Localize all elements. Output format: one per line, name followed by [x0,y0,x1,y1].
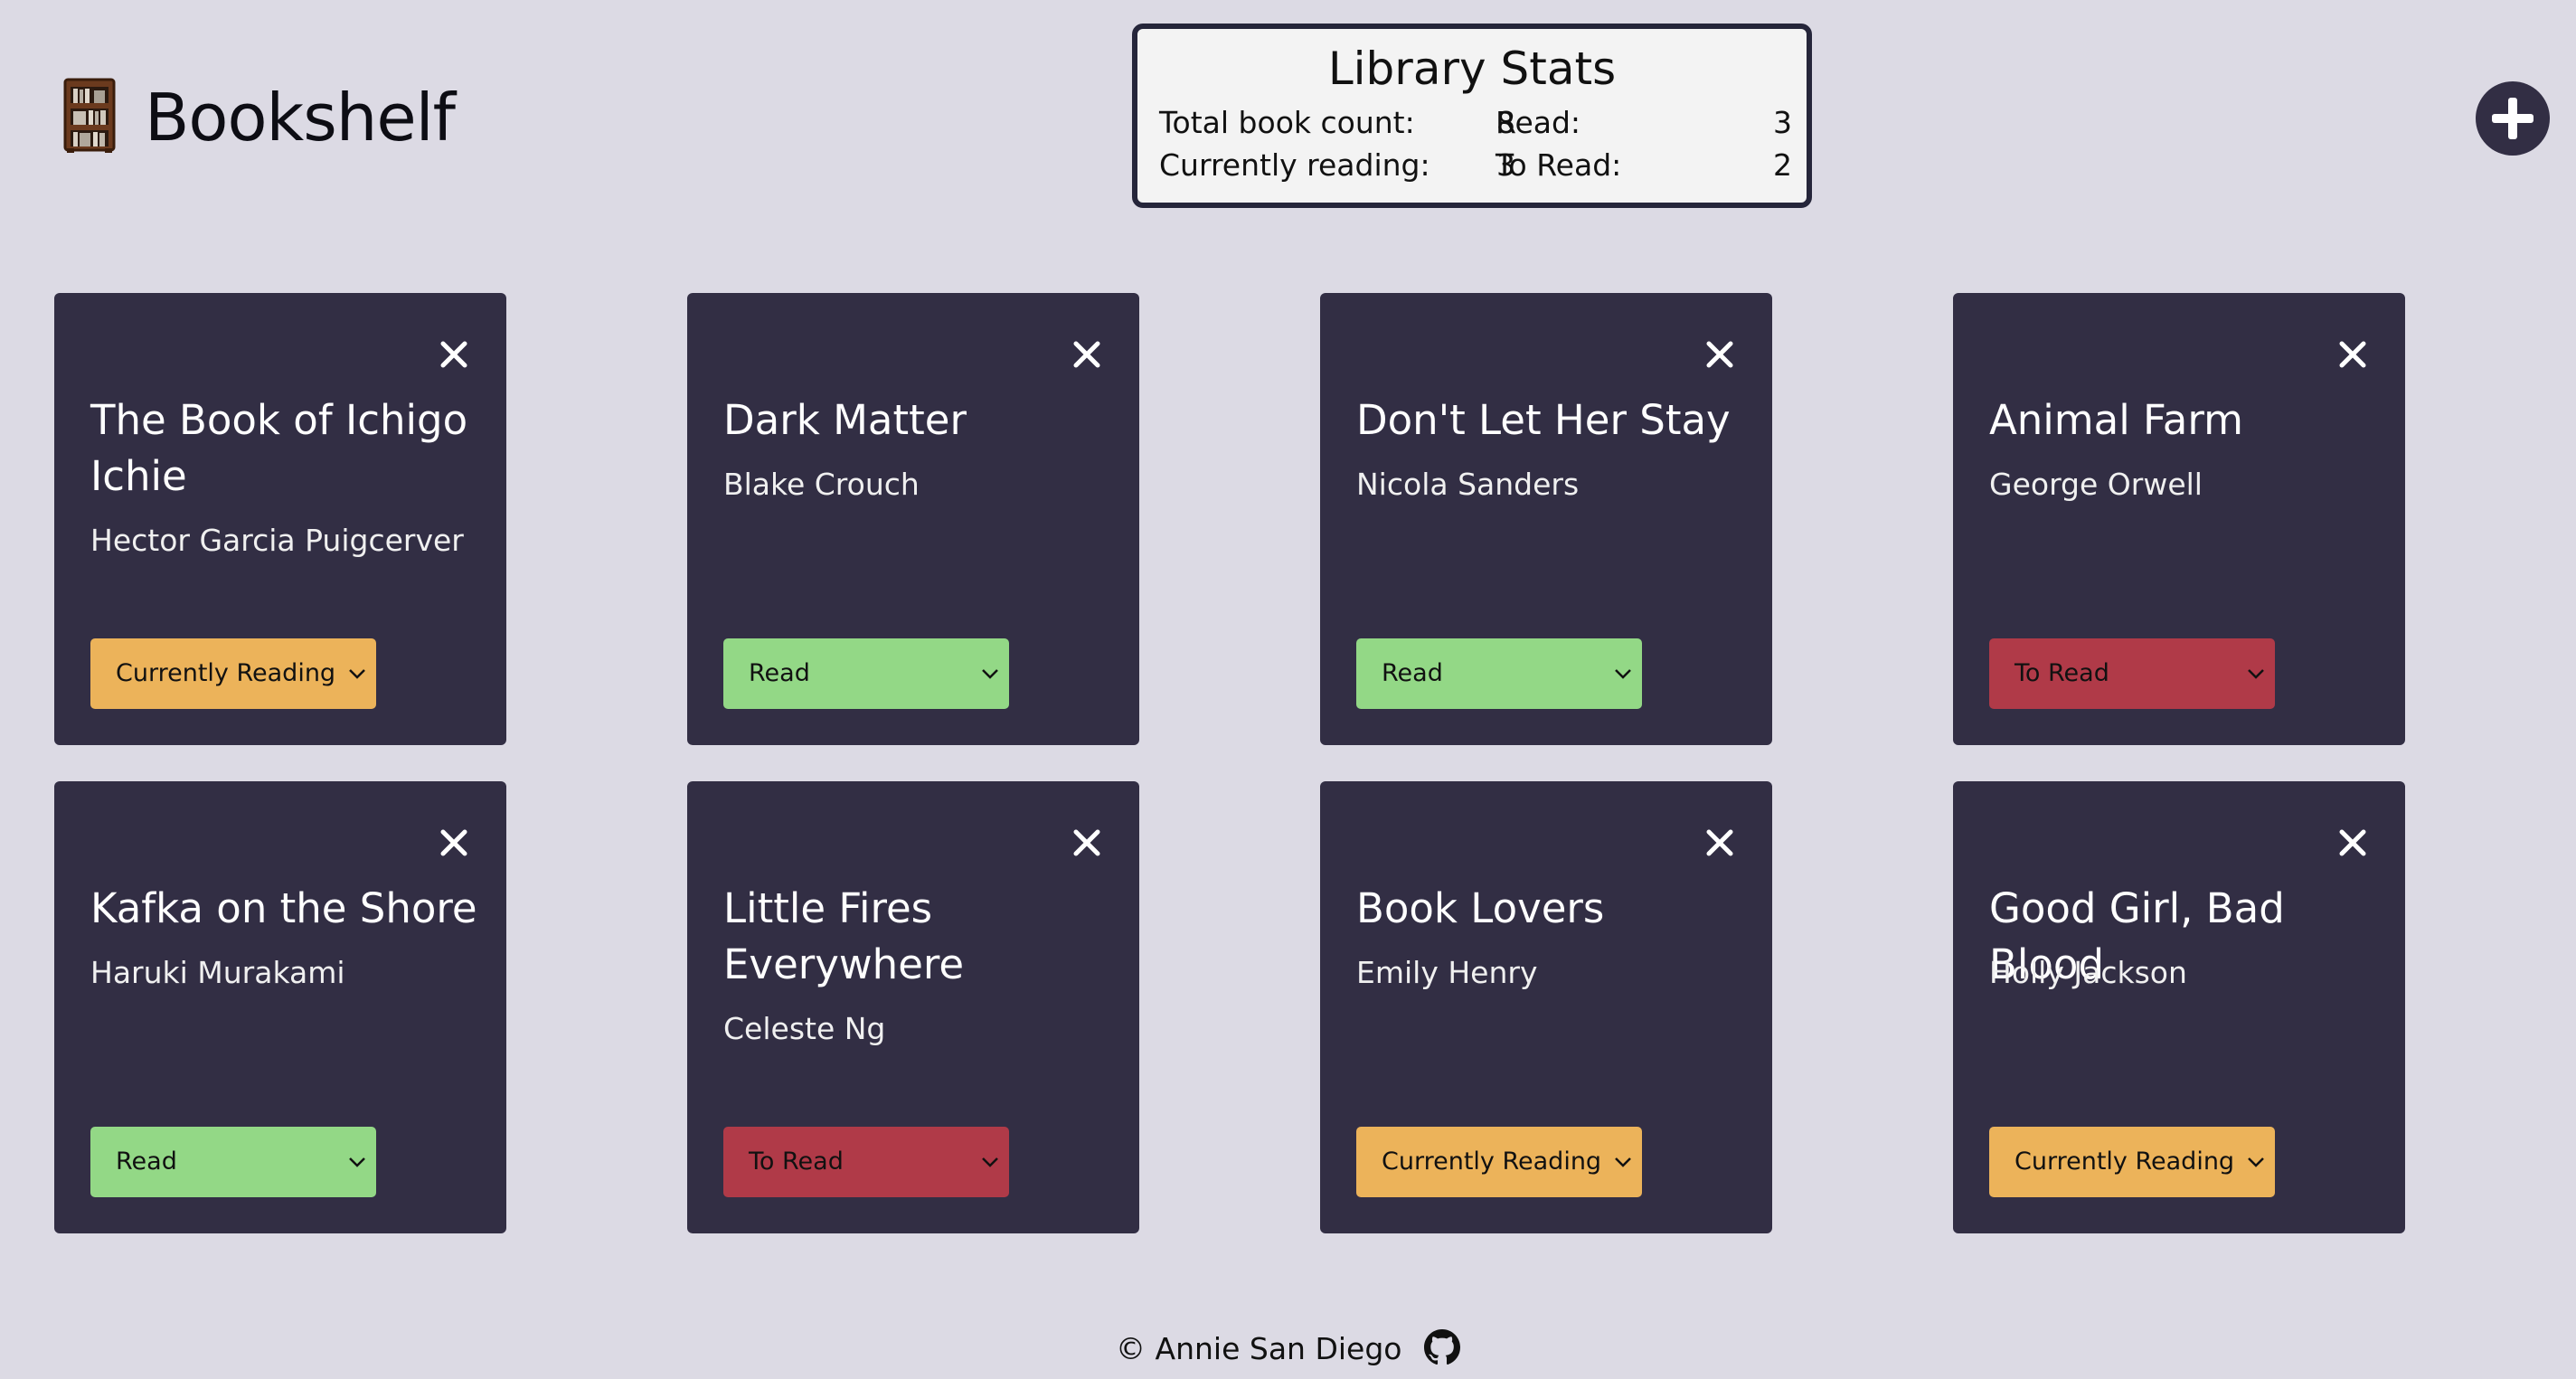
chevron-down-icon [982,669,998,679]
currently-reading-label: Currently reading: [1159,147,1430,183]
status-selected-label: Read [116,1148,177,1176]
status-select[interactable]: To Read [723,1127,1009,1197]
status-selected-label: To Read [749,1148,844,1176]
status-select[interactable]: Currently Reading [1989,1127,2275,1197]
book-author: Holly Jackson [1989,955,2187,990]
footer: © Annie San Diego [0,1322,2576,1376]
status-selected-label: Read [1382,659,1443,687]
close-icon[interactable] [1069,336,1105,373]
read-label: Read: [1496,105,1581,140]
book-card: Animal Farm George Orwell To Read [1953,293,2405,745]
library-stats-panel: Library Stats Total book count: 8 Curren… [1132,24,1812,208]
book-card: Little Fires Everywhere Celeste Ng To Re… [687,781,1139,1233]
book-title: Animal Farm [1989,396,2243,444]
status-selected-label: Currently Reading [116,659,336,687]
book-card: Good Girl, Bad Blood Holly Jackson Curre… [1953,781,2405,1233]
book-author: Nicola Sanders [1356,467,1580,502]
close-icon[interactable] [1702,825,1738,861]
chevron-down-icon [1615,1157,1631,1167]
status-select[interactable]: Currently Reading [90,638,376,709]
plus-icon [2492,98,2534,139]
stats-title: Library Stats [1327,43,1617,95]
footer-credit: © Annie San Diego [1116,1331,1402,1366]
app-title: Bookshelf [145,80,456,156]
book-author: Hector Garcia Puigcerver [90,523,464,558]
book-card: Dark Matter Blake Crouch Read [687,293,1139,745]
status-select[interactable]: Currently Reading [1356,1127,1642,1197]
book-title: Dark Matter [723,396,967,444]
close-icon[interactable] [436,336,472,373]
chevron-down-icon [2248,669,2264,679]
read-value: 3 [1773,105,1792,140]
status-select[interactable]: To Read [1989,638,2275,709]
book-title: Book Lovers [1356,884,1605,932]
book-title: Kafka on the Shore [90,884,477,932]
github-icon[interactable] [1423,1328,1460,1365]
book-card: Kafka on the Shore Haruki Murakami Read [54,781,506,1233]
status-selected-label: Read [749,659,810,687]
book-author: Blake Crouch [723,467,920,502]
book-title: Don't Let Her Stay [1356,396,1731,444]
chevron-down-icon [2248,1157,2264,1167]
close-icon[interactable] [436,825,472,861]
status-select[interactable]: Read [90,1127,376,1197]
total-count-label: Total book count: [1159,105,1415,140]
book-author: Emily Henry [1356,955,1538,990]
book-card: The Book of Ichigo Ichie Hector Garcia P… [54,293,506,745]
chevron-down-icon [349,669,365,679]
status-select[interactable]: Read [1356,638,1642,709]
to-read-value: 2 [1773,147,1792,183]
chevron-down-icon [1615,669,1631,679]
close-icon[interactable] [1069,825,1105,861]
to-read-label: To Read: [1496,147,1622,183]
book-card: Don't Let Her Stay Nicola Sanders Read [1320,293,1772,745]
add-book-button[interactable] [2476,81,2550,156]
chevron-down-icon [982,1157,998,1167]
status-selected-label: Currently Reading [1382,1148,1602,1176]
book-author: Haruki Murakami [90,955,345,990]
status-select[interactable]: Read [723,638,1009,709]
book-author: George Orwell [1989,467,2203,502]
close-icon[interactable] [2335,825,2371,861]
close-icon[interactable] [2335,336,2371,373]
book-author: Celeste Ng [723,1011,886,1046]
status-selected-label: Currently Reading [2015,1148,2235,1176]
bookshelf-icon [63,78,116,153]
status-selected-label: To Read [2015,659,2109,687]
header: Bookshelf Library Stats Total book count… [0,0,2576,235]
book-card: Book Lovers Emily Henry Currently Readin… [1320,781,1772,1233]
book-title: The Book of Ichigo Ichie [90,396,468,500]
close-icon[interactable] [1702,336,1738,373]
chevron-down-icon [349,1157,365,1167]
book-title: Little Fires Everywhere [723,884,965,988]
